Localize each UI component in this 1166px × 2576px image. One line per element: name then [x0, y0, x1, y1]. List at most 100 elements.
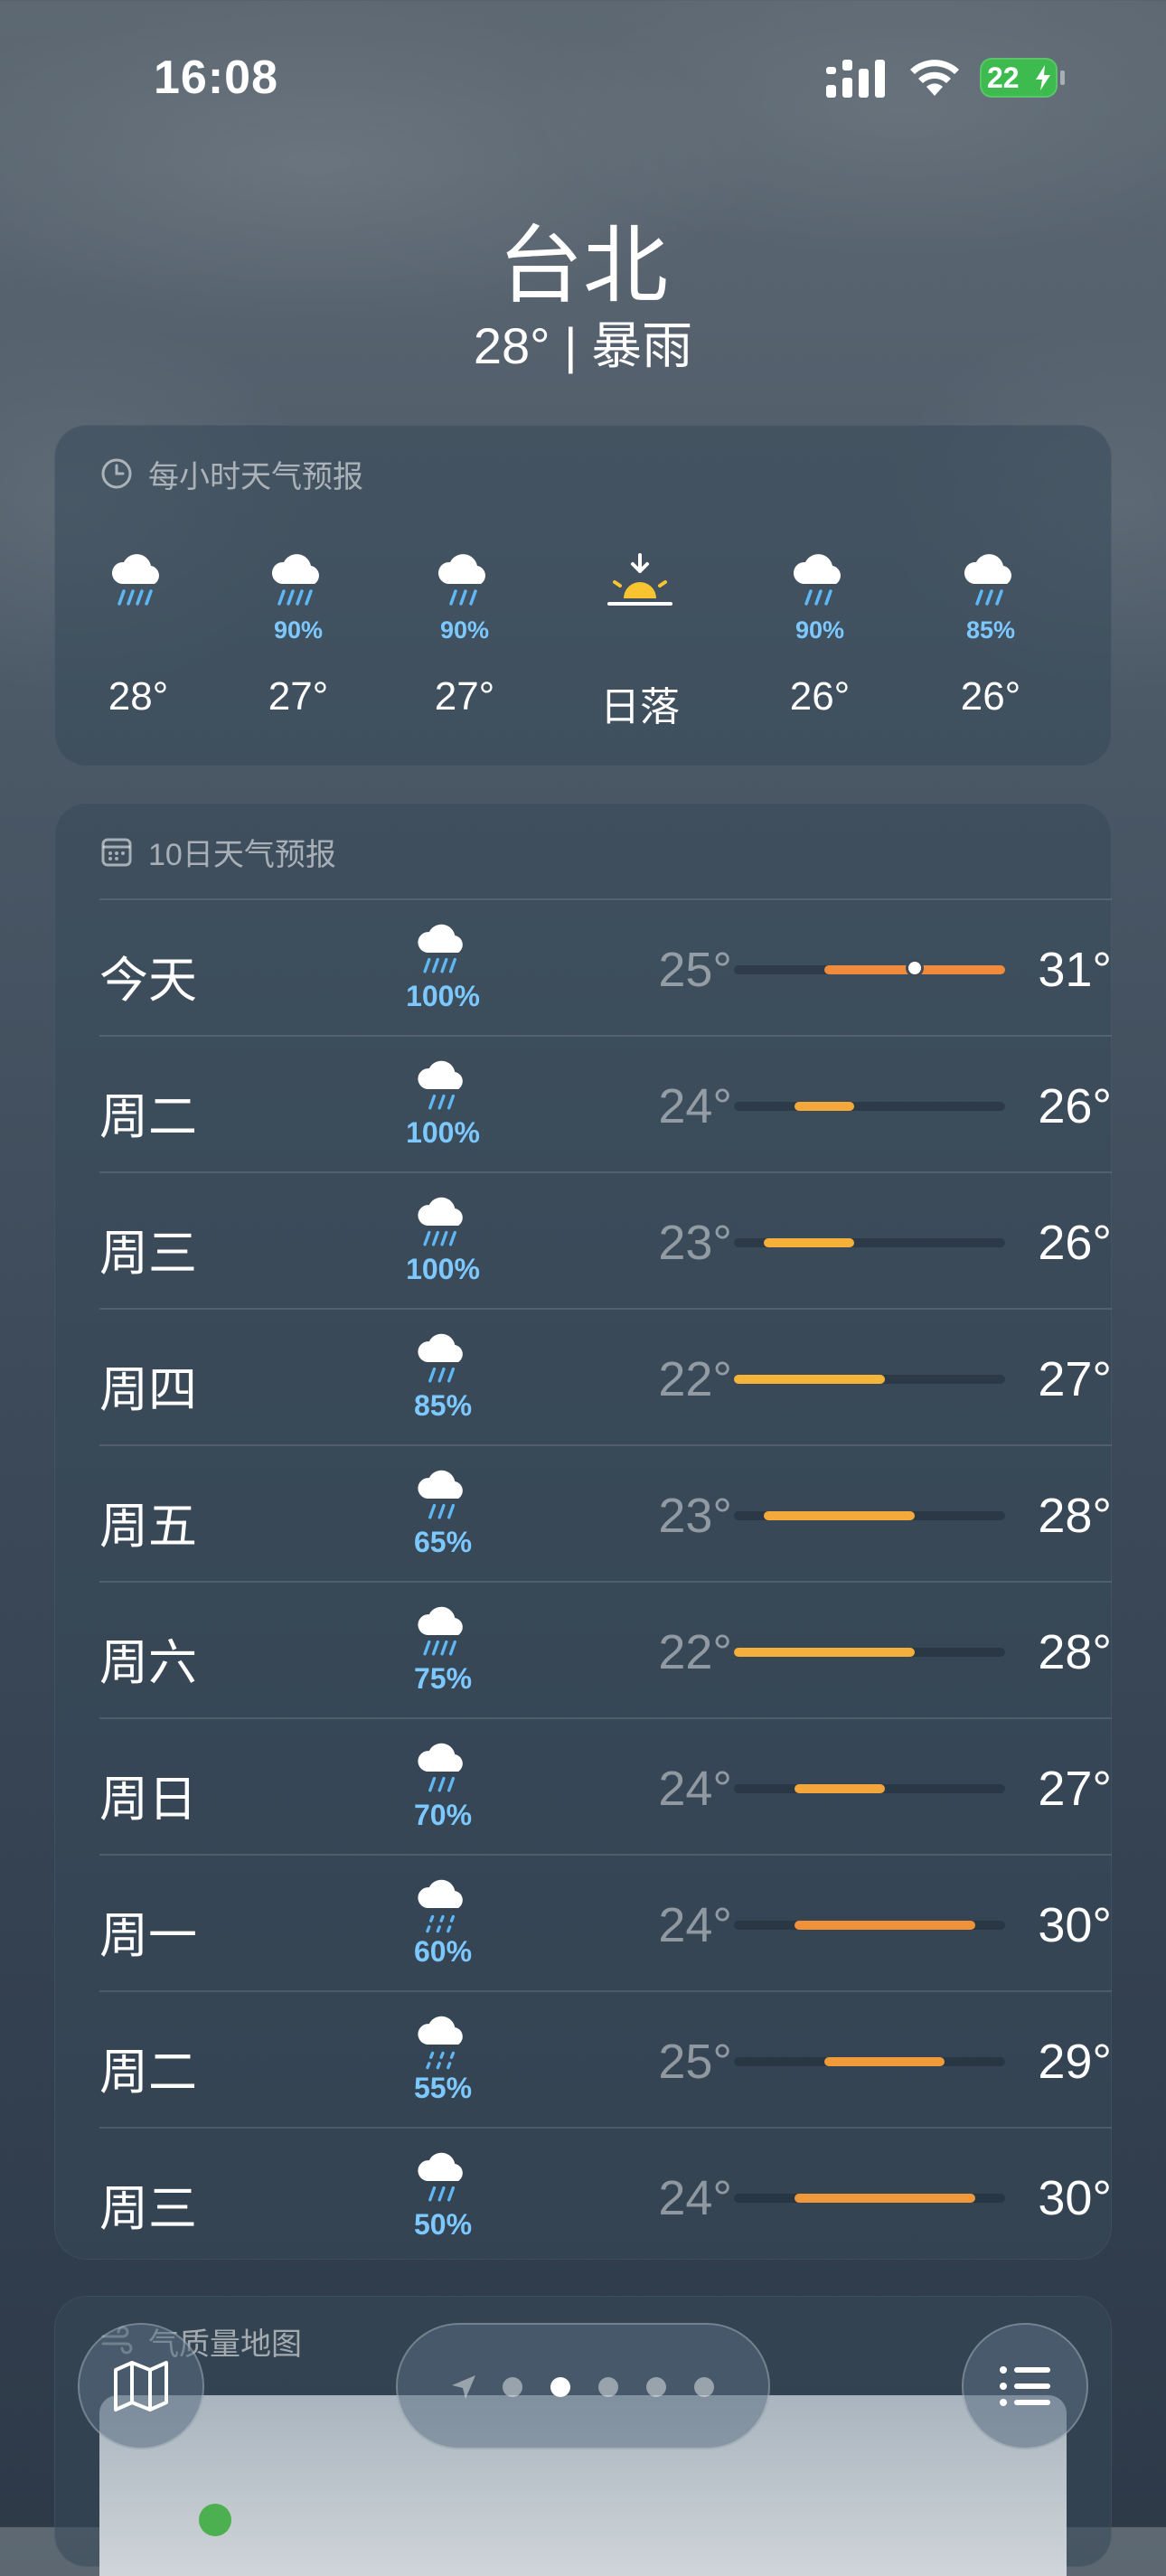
- wifi-icon: [910, 60, 959, 96]
- temp-range-bar: [794, 1921, 975, 1930]
- rain-icon: [784, 551, 856, 615]
- page-indicator[interactable]: [396, 2323, 770, 2449]
- hourly-temp: 日落: [600, 685, 680, 729]
- hourly-forecast-header: 每小时天气预报: [99, 454, 363, 494]
- drizzle-icon: [389, 1876, 497, 1939]
- daily-row[interactable]: 周二 100% 24° 26°: [99, 1035, 1112, 1172]
- hourly-forecast-card[interactable]: 每小时天气预报 28° 90% 27° 90% 27° 日落 90% 26° 85% 26°: [54, 425, 1112, 766]
- high-temp: 29°: [1038, 2035, 1112, 2089]
- temp-range-track: [734, 1238, 1005, 1247]
- page-dot[interactable]: [598, 2377, 618, 2397]
- hourly-precip-chance: 90%: [439, 616, 490, 644]
- daily-row[interactable]: 今天 100% 25° 31°: [99, 898, 1112, 1036]
- location-arrow-icon: [452, 2375, 475, 2399]
- high-temp: 27°: [1038, 1762, 1112, 1816]
- daily-row[interactable]: 周五 65% 23° 28°: [99, 1444, 1112, 1582]
- day-label: 周日: [99, 1772, 197, 1827]
- daily-weather: 100%: [389, 1057, 497, 1150]
- temp-range-track: [734, 1102, 1005, 1111]
- daily-weather: 75%: [389, 1603, 497, 1696]
- hourly-item: 85% 26°: [927, 551, 1054, 719]
- low-temp: 22°: [658, 1352, 732, 1406]
- daily-row[interactable]: 周日 70% 24° 27°: [99, 1717, 1112, 1855]
- daily-weather: 55%: [389, 2012, 497, 2105]
- temp-range-track: [734, 962, 1005, 974]
- heavy-rain-icon: [389, 1603, 497, 1666]
- day-label: 周一: [99, 1909, 197, 1963]
- temp-range-bar: [734, 1375, 885, 1384]
- hourly-temp: 28°: [108, 674, 169, 719]
- city-name: 台北: [497, 218, 668, 313]
- temp-range-track: [734, 1921, 1005, 1930]
- hourly-temp: 27°: [268, 674, 329, 719]
- high-temp: 30°: [1038, 1898, 1112, 1952]
- heavy-rain-icon: [262, 551, 334, 615]
- hourly-precip-chance: [577, 615, 703, 645]
- daily-precip-chance: 55%: [413, 2072, 473, 2104]
- day-label: 周三: [99, 1227, 197, 1281]
- drizzle-icon: [389, 2012, 497, 2075]
- temp-range-bar: [764, 1511, 915, 1520]
- temp-range-track: [734, 2057, 1005, 2066]
- daily-weather: 65%: [389, 1466, 497, 1559]
- daily-weather: 60%: [389, 1876, 497, 1969]
- low-temp: 24°: [658, 1762, 732, 1816]
- page-dot[interactable]: [503, 2377, 522, 2397]
- hourly-item: 90% 27°: [235, 551, 362, 719]
- battery-level: 22: [987, 61, 1020, 94]
- low-temp: 23°: [658, 1216, 732, 1270]
- high-temp: 26°: [1038, 1216, 1112, 1270]
- temp-range-bar: [794, 1784, 885, 1793]
- hourly-item: 日落: [577, 551, 703, 729]
- rain-icon: [389, 2148, 497, 2212]
- hourly-item: 90% 27°: [401, 551, 528, 719]
- temp-range-track: [734, 1375, 1005, 1384]
- daily-forecast-card[interactable]: 10日天气预报 今天 100% 25° 31° 周二 100% 24° 26° 周三 100% 23…: [54, 803, 1112, 2260]
- page-dot[interactable]: [646, 2377, 666, 2397]
- temp-range-track: [734, 1784, 1005, 1793]
- rain-icon: [389, 1466, 497, 1529]
- hourly-item: 90% 26°: [757, 551, 883, 719]
- current-condition: 28° | 暴雨: [473, 317, 693, 374]
- temp-range-bar: [734, 1648, 915, 1657]
- rain-icon: [389, 1739, 497, 1802]
- page-dot[interactable]: [694, 2377, 714, 2397]
- low-temp: 24°: [658, 1898, 732, 1952]
- temp-range-track: [734, 1511, 1005, 1520]
- daily-precip-chance: 75%: [413, 1662, 473, 1695]
- hourly-precip-chance: [75, 615, 202, 645]
- daily-row[interactable]: 周四 85% 22° 27°: [99, 1308, 1112, 1445]
- page-dot[interactable]: [550, 2377, 570, 2397]
- map-button[interactable]: [78, 2323, 204, 2449]
- daily-row[interactable]: 周三 100% 23° 26°: [99, 1171, 1112, 1309]
- rain-icon: [389, 1057, 497, 1120]
- daily-row[interactable]: 周六 75% 22° 28°: [99, 1581, 1112, 1718]
- sunset-icon: [604, 551, 676, 615]
- hourly-precip-chance: 90%: [795, 616, 845, 644]
- daily-row[interactable]: 周一 60% 24° 30°: [99, 1854, 1112, 1991]
- daily-precip-chance: 50%: [413, 2208, 473, 2241]
- daily-weather: 50%: [389, 2148, 497, 2242]
- day-label: 周五: [99, 1500, 197, 1554]
- status-bar: 16:08 22: [0, 0, 1166, 154]
- cellular-signal-icon: [826, 60, 885, 98]
- list-icon: [1000, 2366, 1050, 2406]
- high-temp: 28°: [1038, 1625, 1112, 1679]
- daily-weather: 100%: [389, 920, 497, 1013]
- city-list-button[interactable]: [962, 2323, 1088, 2449]
- daily-precip-chance: 100%: [406, 980, 480, 1012]
- low-temp: 23°: [658, 1489, 732, 1543]
- high-temp: 31°: [1038, 943, 1112, 997]
- low-temp: 24°: [658, 2171, 732, 2225]
- heavy-rain-icon: [102, 551, 174, 615]
- day-label: 周二: [99, 1090, 197, 1144]
- high-temp: 27°: [1038, 1352, 1112, 1406]
- map-icon: [114, 2361, 168, 2411]
- daily-row[interactable]: 周二 55% 25° 29°: [99, 1990, 1112, 2128]
- temp-range-track: [734, 1648, 1005, 1657]
- low-temp: 25°: [658, 943, 732, 997]
- temp-range-bar: [794, 1102, 855, 1111]
- hourly-temp: 26°: [960, 674, 1021, 719]
- clock-icon: [101, 458, 132, 489]
- daily-row[interactable]: 周三 50% 24° 30°: [99, 2127, 1112, 2264]
